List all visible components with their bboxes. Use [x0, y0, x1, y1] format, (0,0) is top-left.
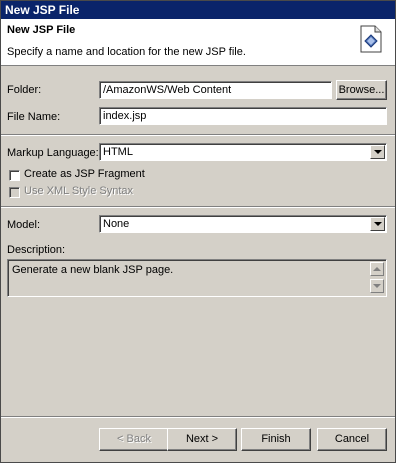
file-name-input[interactable]: index.jsp	[99, 107, 387, 125]
wizard-title: New JSP File	[7, 24, 76, 36]
window-title: New JSP File	[1, 1, 395, 19]
new-jsp-file-dialog: New JSP File New JSP File Specify a name…	[0, 0, 396, 463]
markup-language-value: HTML	[103, 146, 133, 158]
chevron-down-icon[interactable]	[370, 217, 385, 231]
model-select[interactable]: None	[99, 215, 387, 233]
folder-label: Folder:	[7, 84, 41, 96]
separator	[1, 206, 395, 208]
separator	[1, 134, 395, 136]
create-fragment-label: Create as JSP Fragment	[24, 168, 145, 180]
chevron-down-icon[interactable]	[370, 145, 385, 159]
jsp-file-wizard-icon	[360, 25, 382, 53]
description-label: Description:	[7, 244, 66, 256]
back-button[interactable]: < Back	[99, 428, 169, 451]
markup-language-label: Markup Language:	[7, 147, 99, 159]
browse-button-label: Browse...	[338, 84, 385, 96]
next-button[interactable]: Next >	[167, 428, 237, 451]
separator	[1, 416, 395, 418]
description-textarea[interactable]: Generate a new blank JSP page.	[7, 259, 387, 297]
xml-syntax-label: Use XML Style Syntax	[24, 185, 134, 197]
file-name-label: File Name:	[7, 111, 61, 123]
markup-language-select[interactable]: HTML	[99, 143, 387, 161]
folder-input[interactable]: /AmazonWS/Web Content	[99, 81, 332, 99]
description-text: Generate a new blank JSP page.	[12, 264, 174, 276]
scroll-up-icon[interactable]	[370, 262, 384, 276]
folder-label-text: Folder:	[7, 84, 42, 96]
xml-syntax-checkbox[interactable]	[9, 187, 20, 198]
model-value: None	[103, 218, 130, 230]
finish-button[interactable]: Finish	[241, 428, 311, 451]
wizard-header: New JSP File Specify a name and location…	[1, 19, 395, 66]
scroll-down-icon[interactable]	[370, 279, 384, 293]
wizard-description: Specify a name and location for the new …	[7, 46, 246, 58]
model-label: Model:	[7, 219, 41, 231]
browse-button[interactable]: Browse...	[336, 80, 387, 100]
create-fragment-checkbox[interactable]	[9, 170, 20, 181]
cancel-button[interactable]: Cancel	[317, 428, 387, 451]
